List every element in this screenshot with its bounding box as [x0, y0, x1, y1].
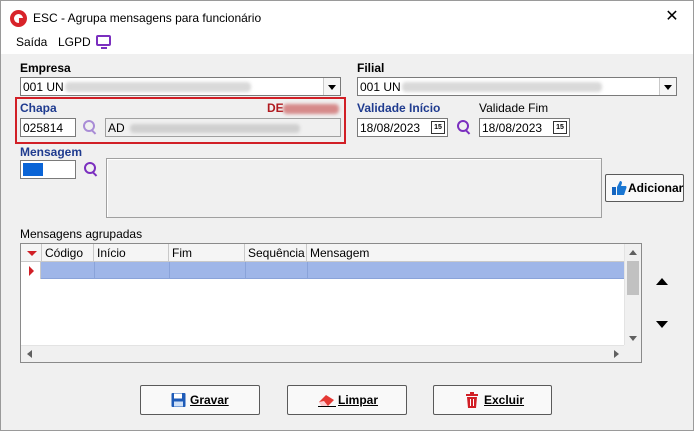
validade-fim-value: 18/08/2023: [482, 121, 543, 135]
gravar-label: Gravar: [190, 393, 229, 407]
scroll-thumb[interactable]: [627, 261, 639, 295]
menu-lgpd[interactable]: LGPD: [58, 35, 91, 49]
excluir-label: Excluir: [484, 393, 524, 407]
messages-grid[interactable]: Código Início Fim Sequência Mensagem: [20, 243, 642, 363]
grid-header: Código Início Fim Sequência Mensagem: [21, 244, 625, 262]
scroll-right-icon[interactable]: [614, 350, 619, 358]
main-window: ESC - Agrupa mensagens para funcionário …: [0, 0, 694, 431]
redacted-text: [283, 104, 339, 114]
column-header-sequencia[interactable]: Sequência: [245, 244, 307, 262]
monitor-icon[interactable]: [96, 35, 111, 49]
window-title: ESC - Agrupa mensagens para funcionário: [33, 11, 262, 25]
trash-icon: [466, 392, 478, 408]
cell-divider: [307, 262, 308, 279]
cell-divider: [94, 262, 95, 279]
redacted-text: [65, 82, 251, 92]
column-header-codigo[interactable]: Código: [42, 244, 94, 262]
scroll-down-icon[interactable]: [629, 336, 637, 341]
thumbs-up-icon: [612, 181, 627, 195]
mensagem-text-area: [106, 158, 602, 218]
scroll-up-icon[interactable]: [629, 250, 637, 255]
excluir-button[interactable]: Excluir: [433, 385, 552, 415]
redacted-text: [130, 124, 300, 133]
chevron-down-icon[interactable]: [323, 78, 340, 95]
limpar-label: Limpar: [338, 393, 378, 407]
chevron-down-icon[interactable]: [659, 78, 676, 95]
chapa-right-label: DE: [267, 101, 284, 115]
adicionar-button[interactable]: Adicionar: [605, 174, 684, 202]
row-indicator-icon: [21, 262, 41, 279]
gravar-button[interactable]: Gravar: [140, 385, 260, 415]
empresa-select[interactable]: 001 UN: [20, 77, 341, 96]
search-icon[interactable]: [82, 119, 98, 135]
empresa-label: Empresa: [20, 61, 71, 75]
gravar-label-text: Gravar: [190, 393, 229, 407]
title-bar: ESC - Agrupa mensagens para funcionário …: [1, 1, 693, 34]
limpar-button[interactable]: Limpar: [287, 385, 407, 415]
selection-highlight: [23, 163, 43, 176]
scrollbar-corner: [624, 345, 641, 362]
horizontal-scrollbar[interactable]: [21, 345, 625, 362]
limpar-label-text: Limpar: [338, 393, 379, 407]
mensagem-label: Mensagem: [20, 145, 83, 159]
filial-label: Filial: [357, 61, 385, 75]
column-header-mensagem[interactable]: Mensagem: [307, 244, 625, 262]
cell-divider: [245, 262, 246, 279]
column-header-fim[interactable]: Fim: [169, 244, 245, 262]
validade-inicio-value: 18/08/2023: [360, 121, 421, 135]
chapa-input[interactable]: 025814: [20, 118, 76, 137]
redacted-text: [402, 82, 602, 92]
menu-bar: Saída LGPD: [1, 34, 693, 54]
vertical-scrollbar[interactable]: [624, 244, 641, 347]
app-logo-icon: [10, 10, 27, 27]
validade-inicio-input[interactable]: 18/08/2023 15: [357, 118, 448, 137]
move-down-icon[interactable]: [656, 321, 668, 328]
excluir-label-text: Excluir: [484, 393, 525, 407]
move-up-icon[interactable]: [656, 278, 668, 285]
filial-select[interactable]: 001 UN: [357, 77, 677, 96]
validade-fim-input[interactable]: 18/08/2023 15: [479, 118, 570, 137]
adicionar-label: Adicionar: [628, 181, 684, 195]
menu-saida[interactable]: Saída: [16, 35, 47, 49]
mensagem-code-input[interactable]: [20, 160, 76, 179]
floppy-disk-icon: [171, 393, 186, 407]
chapa-name-value: AD: [108, 121, 125, 135]
chapa-label: Chapa: [20, 101, 57, 115]
validade-inicio-label: Validade Início: [357, 101, 441, 115]
calendar-icon[interactable]: 15: [431, 121, 445, 134]
validade-fim-label: Validade Fim: [479, 101, 549, 115]
grid-title: Mensagens agrupadas: [20, 227, 143, 241]
search-icon[interactable]: [456, 119, 472, 135]
table-row[interactable]: [21, 262, 625, 279]
cell-divider: [169, 262, 170, 279]
search-icon[interactable]: [83, 161, 99, 177]
eraser-icon: [318, 395, 336, 407]
chapa-name-field: AD: [105, 118, 341, 137]
chapa-value: 025814: [23, 121, 64, 135]
scroll-left-icon[interactable]: [27, 350, 32, 358]
filial-value: 001 UN: [360, 80, 401, 94]
calendar-icon[interactable]: 15: [553, 121, 567, 134]
close-button[interactable]: ✕: [661, 6, 683, 28]
row-indicator-header: [21, 244, 42, 262]
column-header-inicio[interactable]: Início: [94, 244, 169, 262]
empresa-value: 001 UN: [23, 80, 64, 94]
